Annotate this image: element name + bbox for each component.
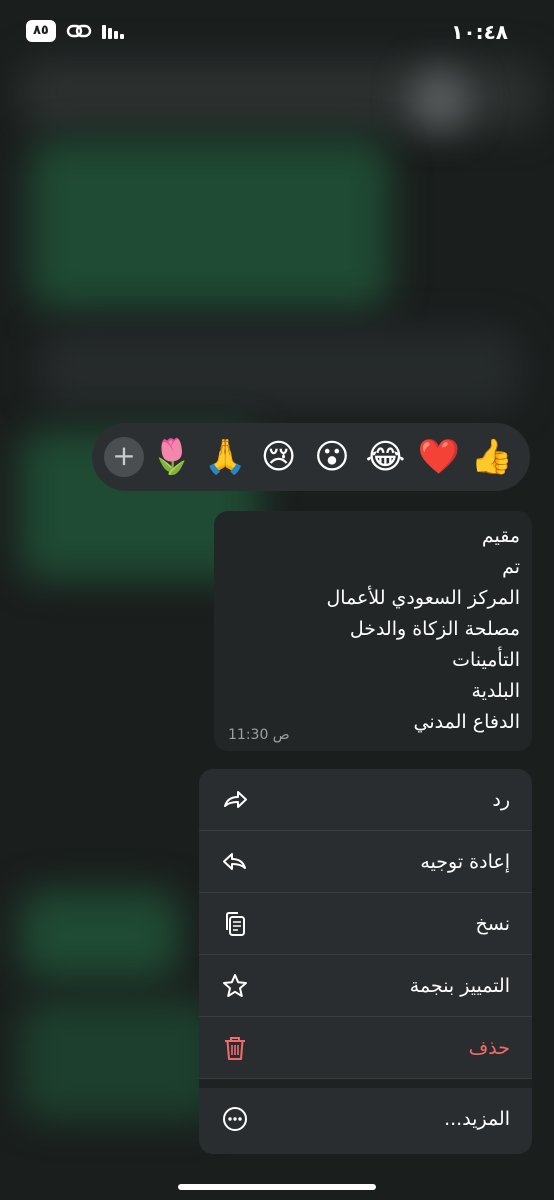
reply-arrow-icon [224,790,247,808]
menu-item-more[interactable]: المزيد... [199,1088,532,1150]
reaction-thumbs-up[interactable]: 👍 [466,437,518,477]
more-icon [223,1107,247,1131]
message-line: التأمينات [452,649,520,671]
context-menu: رد إعادة توجيه نسخ التمييز بنجمة حذف الم… [199,769,532,1154]
menu-item-copy[interactable]: نسخ [199,893,532,955]
reaction-cry[interactable]: 😢 [253,437,305,477]
message-line: البلدية [471,680,520,702]
forward-label: إعادة توجيه [420,850,510,873]
system-icons: ٨٥ [26,20,124,42]
trash-icon [225,1036,245,1060]
message-line: مصلحة الزكاة والدخل [349,618,520,640]
reaction-laugh[interactable]: 😂 [359,437,411,477]
reaction-bar: + 🌷 🙏 😢 😮 😂 ❤️ 👍 [92,423,530,491]
status-bar: ١٠:٤٨ ٨٥ [0,0,554,60]
copy-label: نسخ [475,912,510,935]
star-label: التمييز بنجمة [409,974,510,997]
reaction-wow[interactable]: 😮 [306,437,358,477]
home-indicator[interactable] [178,1184,376,1190]
more-label: المزيد... [444,1108,510,1130]
delete-label: حذف [468,1036,510,1059]
menu-separator [199,1079,532,1088]
status-time: ١٠:٤٨ [451,20,508,44]
menu-item-reply[interactable]: رد [199,769,532,831]
emoji-list: 🌷 🙏 😢 😮 😂 ❤️ 👍 [146,437,518,477]
forward-arrow-icon [223,852,246,870]
copy-icon [226,911,245,936]
reply-label: رد [492,788,510,811]
link-icon [66,22,92,40]
message-text: مقيم تم المركز السعودي للأعمال مصلحة الز… [228,521,520,738]
signal-icon [101,23,124,39]
star-icon [223,973,247,997]
add-reaction-button[interactable]: + [104,437,144,477]
menu-item-star[interactable]: التمييز بنجمة [199,955,532,1017]
reaction-tulip[interactable]: 🌷 [146,437,198,477]
reaction-pray[interactable]: 🙏 [199,437,251,477]
message-line: مقيم [481,525,520,547]
battery-icon: ٨٥ [26,20,56,42]
menu-item-forward[interactable]: إعادة توجيه [199,831,532,893]
message-line: تم [502,556,520,578]
message-line: المركز السعودي للأعمال [326,587,520,609]
message-timestamp: 11:30 ص [228,727,290,743]
message-bubble[interactable]: مقيم تم المركز السعودي للأعمال مصلحة الز… [214,511,532,751]
reaction-heart[interactable]: ❤️ [413,437,465,477]
menu-item-delete[interactable]: حذف [199,1017,532,1079]
